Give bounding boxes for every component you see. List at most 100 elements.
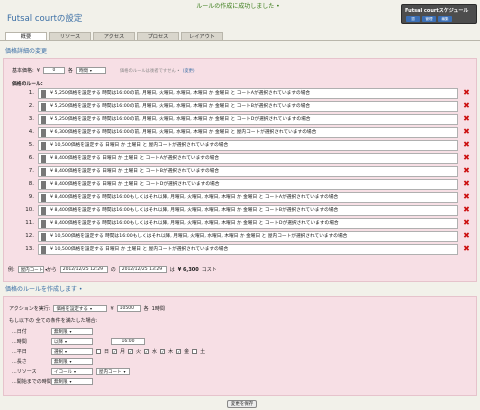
action-select[interactable]: 価格を設定する — [53, 305, 108, 312]
delete-icon[interactable]: ✖ — [462, 232, 471, 241]
weekday-condition-select[interactable]: 選択 — [51, 348, 93, 355]
test-from-label: から — [46, 267, 57, 273]
day-checkbox-mon[interactable]: ✓ — [112, 349, 118, 354]
drag-handle-icon[interactable] — [41, 116, 46, 124]
rule-number: 3. — [28, 116, 34, 122]
rule-number: 13. — [25, 246, 34, 252]
length-condition-select[interactable]: 無制限 — [51, 358, 93, 365]
drag-handle-icon[interactable] — [41, 155, 46, 163]
rule-box[interactable]: ¥ 5,250価格を設定する 時間は16:00の前, 月曜日, 火曜日, 水曜日… — [38, 101, 458, 112]
rule-row: 12. ¥ 10,500価格を設定する 時間は16:00もしくはそれ以降, 月曜日… — [12, 231, 474, 242]
drag-handle-icon[interactable] — [41, 246, 46, 254]
delete-icon[interactable]: ✖ — [462, 245, 471, 254]
create-per-unit: 1時間 — [151, 306, 165, 312]
condition-weekday-row: ...平日 選択 日 ✓月 ✓火 ✓水 ✓木 ✓金 土 — [12, 348, 205, 355]
day-checkbox-sat[interactable] — [192, 349, 198, 354]
drag-handle-icon[interactable] — [41, 181, 46, 189]
rule-box[interactable]: ¥ 5,250価格を設定する 時間は16:00の前, 月曜日, 火曜日, 水曜日… — [38, 114, 458, 125]
rule-box[interactable]: ¥ 8,400価格を設定する 日曜日 か 土曜日 と コートDが選択されています… — [38, 179, 458, 190]
drag-handle-icon[interactable] — [41, 194, 46, 202]
day-checkbox-tue[interactable]: ✓ — [128, 349, 134, 354]
test-resource-select[interactable]: 屋内コート — [17, 266, 44, 273]
day-checkbox-fri[interactable]: ✓ — [176, 349, 182, 354]
condition-label: ...平日 — [12, 349, 27, 355]
page-title: Futsal courtの設定 — [7, 14, 83, 24]
base-price-input[interactable]: 0 — [42, 67, 65, 74]
rule-box[interactable]: ¥ 10,500価格を設定する 日曜日 か 土曜日 と 屋内コートが選択されてい… — [38, 244, 458, 255]
delete-icon[interactable]: ✖ — [462, 115, 471, 124]
schedule-edit-button[interactable]: 編集 — [438, 16, 452, 22]
tab-divider — [0, 40, 480, 41]
delete-icon[interactable]: ✖ — [462, 128, 471, 137]
delete-icon[interactable]: ✖ — [462, 206, 471, 215]
delete-icon[interactable]: ✖ — [462, 102, 471, 111]
drag-handle-icon[interactable] — [41, 90, 46, 98]
delete-icon[interactable]: ✖ — [462, 141, 471, 150]
rule-row: 1. ¥ 5,250価格を設定する 時間は16:00の前, 月曜日, 火曜日, 水… — [12, 88, 474, 99]
action-label: アクションを実行: — [9, 306, 51, 312]
drag-handle-icon[interactable] — [41, 142, 46, 150]
day-label: 日 — [104, 349, 110, 355]
action-row: アクションを実行: 価格を設定する ¥ 10500 各 1時間 — [9, 305, 165, 312]
delete-icon[interactable]: ✖ — [462, 167, 471, 176]
schedule-manage-button[interactable]: 管理 — [422, 16, 436, 22]
test-result-value: ¥ 6,300 — [177, 266, 199, 273]
rule-box[interactable]: ¥ 8,400価格を設定する 日曜日 か 土曜日 と コートAが選択されています… — [38, 153, 458, 164]
drag-handle-icon[interactable] — [41, 207, 46, 215]
rule-box[interactable]: ¥ 8,400価格を設定する 時間は16:00もしくはそれ以降, 月曜日, 火曜… — [38, 205, 458, 216]
rule-text: ¥ 8,400価格を設定する 日曜日 か 土曜日 と コートAが選択されています… — [50, 156, 220, 161]
pricing-section-title: 価格詳細の変更 — [5, 48, 48, 55]
rule-text: ¥ 5,250価格を設定する 時間は16:00の前, 月曜日, 火曜日, 水曜日… — [50, 104, 311, 109]
rule-box[interactable]: ¥ 8,400価格を設定する 時間は16:00もしくはそれ以降, 月曜日, 火曜… — [38, 218, 458, 229]
drag-handle-icon[interactable] — [41, 168, 46, 176]
drag-handle-icon[interactable] — [41, 129, 46, 137]
rule-box[interactable]: ¥ 8,400価格を設定する 日曜日 か 土曜日 と コートBが選択されています… — [38, 166, 458, 177]
time-condition-select[interactable]: 以降 — [51, 338, 93, 345]
rule-text: ¥ 6,300価格を設定する 時間は16:00の前, 月曜日, 火曜日, 水曜日… — [50, 130, 317, 135]
change-link[interactable]: (変更) — [183, 68, 195, 74]
resource-condition-select[interactable]: イコール — [51, 368, 93, 375]
day-checkbox-thu[interactable]: ✓ — [160, 349, 166, 354]
date-condition-select[interactable]: 無制限 — [51, 328, 93, 335]
rule-box[interactable]: ¥ 10,500価格を設定する 日曜日 か 土曜日 と 屋内コートが選択されてい… — [38, 140, 458, 151]
delete-icon[interactable]: ✖ — [462, 89, 471, 98]
drag-handle-icon[interactable] — [41, 220, 46, 228]
day-label: 土 — [200, 349, 206, 355]
delete-icon[interactable]: ✖ — [462, 193, 471, 202]
schedule-week-button[interactable]: 週 — [406, 16, 420, 22]
rule-box[interactable]: ¥ 8,400価格を設定する 時間は16:00もしくはそれ以降, 月曜日, 火曜… — [38, 192, 458, 203]
rule-box[interactable]: ¥ 10,500価格を設定する 時間は16:00もしくはそれ以降, 月曜日, 火… — [38, 231, 458, 242]
time-input[interactable]: 16:00 — [111, 338, 145, 345]
rule-box[interactable]: ¥ 6,300価格を設定する 時間は16:00の前, 月曜日, 火曜日, 水曜日… — [38, 127, 458, 138]
rule-number: 7. — [28, 168, 34, 174]
schedule-title[interactable]: Futsal courtスケジュール — [405, 7, 468, 14]
lead-time-condition-select[interactable]: 無制限 — [51, 378, 93, 385]
rule-row: 5. ¥ 10,500価格を設定する 日曜日 か 土曜日 と 屋内コートが選択され… — [12, 140, 474, 151]
test-label: 例: — [8, 267, 15, 273]
rule-number: 9. — [28, 194, 34, 200]
resource-value-select[interactable]: 屋内コート — [96, 368, 130, 375]
delete-icon[interactable]: ✖ — [462, 154, 471, 163]
amount-input[interactable]: 10500 — [116, 305, 141, 312]
rule-number: 6. — [28, 155, 34, 161]
day-checkbox-sun[interactable] — [96, 349, 101, 354]
save-button[interactable]: 変更を保存 — [227, 400, 257, 408]
delete-icon[interactable]: ✖ — [462, 180, 471, 189]
base-unit-select[interactable]: 時間 — [75, 67, 106, 74]
create-section-title: 価格のルールを作成します • — [5, 286, 83, 293]
test-end-input[interactable]: 2012/12/25 13:29 — [118, 266, 167, 273]
rule-row: 8. ¥ 8,400価格を設定する 日曜日 か 土曜日 と コートDが選択されてい… — [12, 179, 474, 190]
condition-time-row: ...時間 以降 16:00 — [12, 338, 145, 345]
drag-handle-icon[interactable] — [41, 233, 46, 241]
rule-text: ¥ 8,400価格を設定する 日曜日 か 土曜日 と コートBが選択されています… — [50, 169, 220, 174]
test-start-input[interactable]: 2012/12/25 12:29 — [59, 266, 108, 273]
rule-text: ¥ 8,400価格を設定する 時間は16:00もしくはそれ以降, 月曜日, 火曜… — [50, 208, 339, 213]
price-test-row: 例: 屋内コート から 2012/12/25 12:29 の 2012/12/2… — [8, 266, 217, 273]
day-checkbox-wed[interactable]: ✓ — [144, 349, 150, 354]
rules-label: 価格のルール: — [12, 82, 43, 87]
rule-text: ¥ 10,500価格を設定する 時間は16:00もしくはそれ以降, 月曜日, 火… — [50, 234, 348, 239]
rule-box[interactable]: ¥ 5,250価格を設定する 時間は16:00の前, 月曜日, 火曜日, 水曜日… — [38, 88, 458, 99]
delete-icon[interactable]: ✖ — [462, 219, 471, 228]
drag-handle-icon[interactable] — [41, 103, 46, 111]
rule-row: 3. ¥ 5,250価格を設定する 時間は16:00の前, 月曜日, 火曜日, 水… — [12, 114, 474, 125]
